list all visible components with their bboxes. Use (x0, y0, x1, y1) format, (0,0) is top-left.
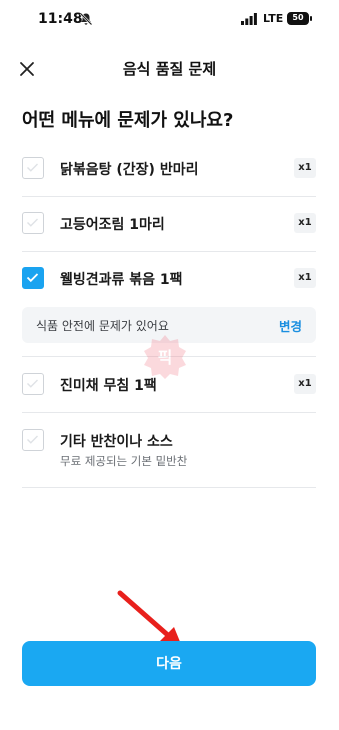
signal-icon (241, 13, 257, 25)
change-link[interactable]: 변경 (279, 316, 302, 335)
check-icon (26, 273, 39, 283)
battery-icon: 50 (287, 12, 312, 25)
list-item[interactable]: 기타 반찬이나 소스 무료 제공되는 기본 밑반찬 (22, 428, 316, 468)
check-icon (27, 435, 38, 444)
item-sublabel: 무료 제공되는 기본 밑반찬 (60, 454, 188, 468)
item-label: 웰빙견과류 볶음 1팩 (60, 272, 183, 288)
check-icon (27, 163, 38, 172)
checkbox[interactable] (22, 212, 44, 234)
item-label: 닭볶음탕 (간장) 반마리 (60, 162, 199, 178)
divider (22, 487, 316, 488)
quantity-badge: x1 (294, 374, 316, 394)
list-item[interactable]: 닭볶음탕 (간장) 반마리 x1 (22, 156, 316, 180)
checkbox-checked[interactable] (22, 267, 44, 289)
item-label: 기타 반찬이나 소스 (60, 434, 173, 450)
item-label: 진미채 무침 1팩 (60, 378, 157, 394)
divider (22, 412, 316, 413)
divider (22, 196, 316, 197)
list-item[interactable]: 고등어조림 1마리 x1 (22, 211, 316, 235)
status-time: 11:48 (38, 11, 83, 27)
question-heading: 어떤 메뉴에 문제가 있나요? (22, 110, 234, 131)
check-icon (27, 379, 38, 388)
check-icon (27, 218, 38, 227)
mute-bell-icon (79, 12, 93, 26)
network-type: LTE (263, 12, 284, 25)
quantity-badge: x1 (294, 213, 316, 233)
issue-reason-text: 식품 안전에 문제가 있어요 (36, 319, 169, 333)
svg-text:픽: 픽 (158, 348, 173, 367)
list-item[interactable]: 진미채 무침 1팩 x1 (22, 372, 316, 396)
next-button[interactable]: 다음 (22, 641, 316, 686)
checkbox[interactable] (22, 373, 44, 395)
quantity-badge: x1 (294, 268, 316, 288)
list-item[interactable]: 웰빙견과류 볶음 1팩 x1 (22, 266, 316, 290)
checkbox[interactable] (22, 157, 44, 179)
page-title: 음식 품질 문제 (122, 60, 217, 78)
divider (22, 251, 316, 252)
item-label: 고등어조림 1마리 (60, 217, 165, 233)
quantity-badge: x1 (294, 158, 316, 178)
status-bar: 11:48 LTE 50 (0, 0, 339, 40)
checkbox[interactable] (22, 429, 44, 451)
